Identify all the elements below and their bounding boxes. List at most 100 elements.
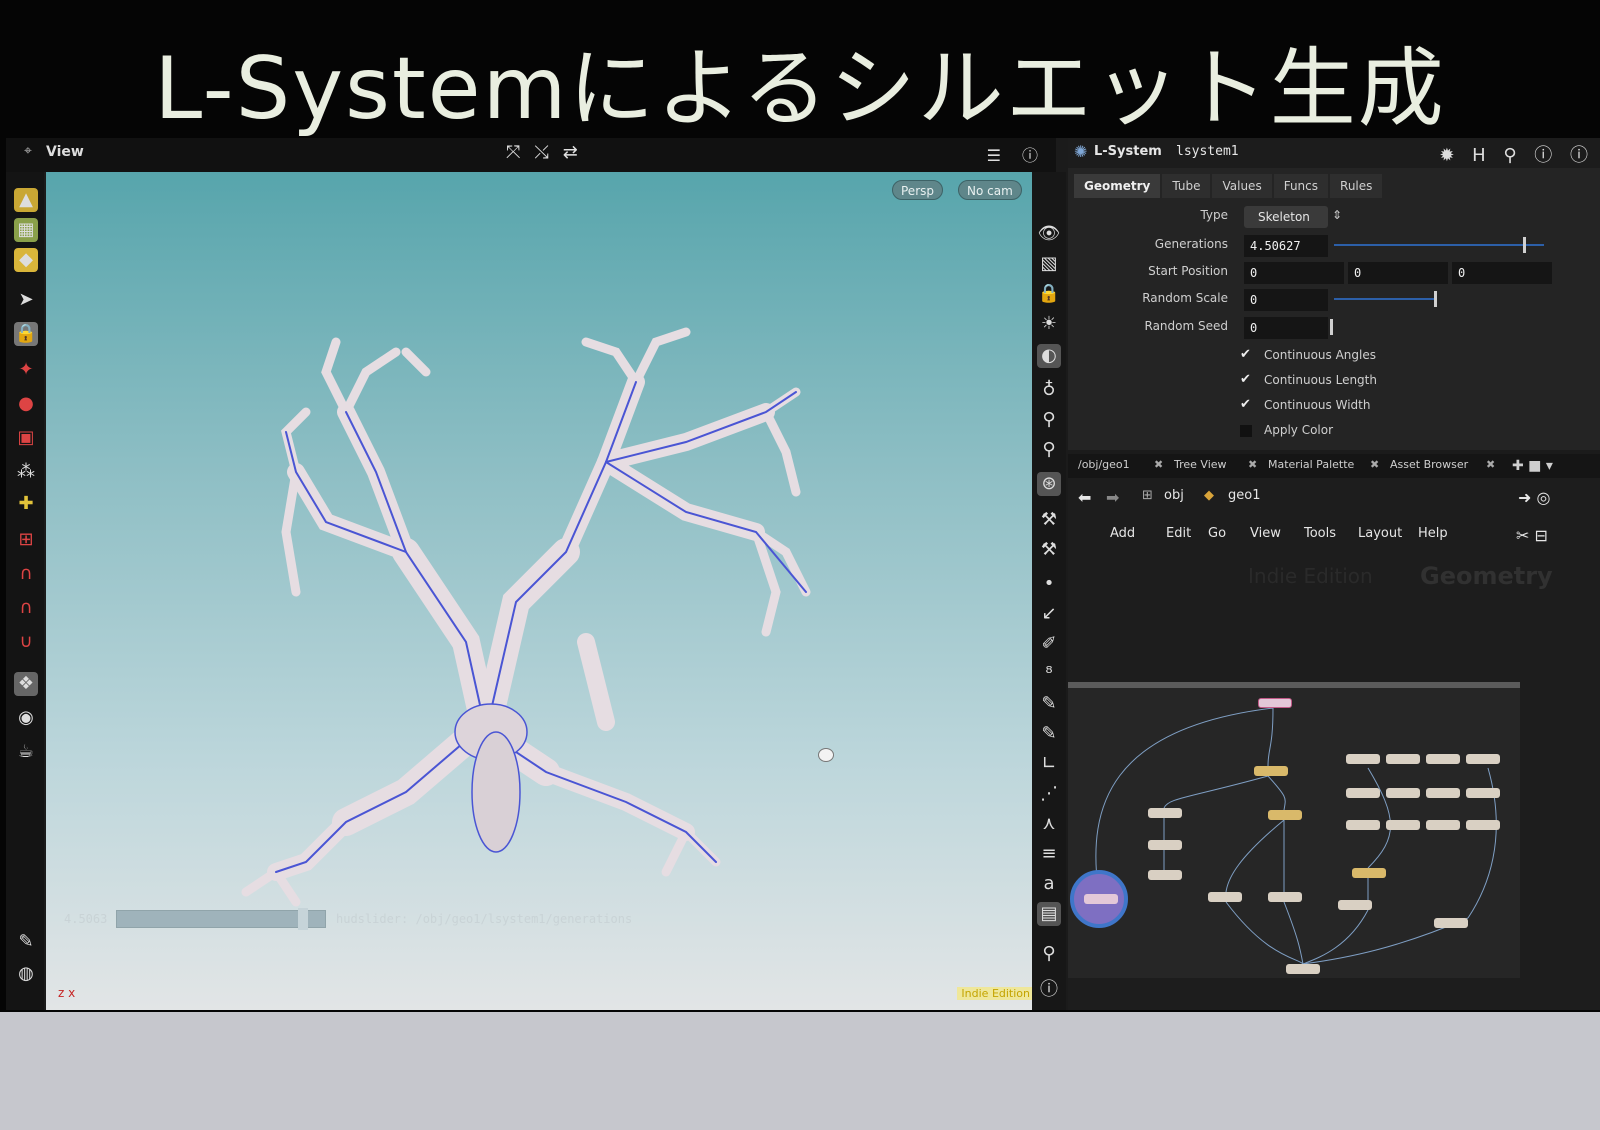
magnet-icon[interactable]: ∪ [14, 630, 38, 654]
edge-icon[interactable]: ✎ [1037, 722, 1061, 746]
node-name-field[interactable]: lsystem1 [1176, 144, 1239, 159]
tab-obj-geo1[interactable]: /obj/geo1 [1078, 458, 1130, 471]
node-copytopoints[interactable] [1084, 894, 1118, 904]
pin-icon[interactable]: ⚲ [1037, 942, 1061, 966]
node-grid-c3[interactable] [1426, 820, 1460, 830]
add-tab-icon[interactable]: ✚ ■ ▾ [1512, 458, 1553, 474]
info-icon[interactable]: ⓘ [1037, 978, 1061, 1002]
snap-point-icon[interactable]: ∩ [14, 596, 38, 620]
camera-icon[interactable]: ☕ [14, 740, 38, 764]
lock-camera-icon[interactable]: 🔒 [1037, 282, 1061, 306]
paint-icon[interactable]: ⚒ [1037, 538, 1061, 562]
node-merge1[interactable] [1286, 964, 1320, 974]
pin-network-icon[interactable]: ➜ ◎ [1518, 488, 1550, 507]
dot-icon[interactable]: • [1037, 572, 1061, 596]
generations-slider-thumb[interactable] [1523, 237, 1526, 253]
flipbook-icon[interactable]: ✎ [14, 930, 38, 954]
menu-add[interactable]: Add [1110, 526, 1135, 541]
network-editor-view[interactable] [1068, 682, 1520, 978]
view-pane-label[interactable]: View [46, 144, 84, 160]
tab-asset-browser[interactable]: Asset Browser [1390, 458, 1468, 471]
path-geo1[interactable]: geo1 [1228, 488, 1260, 503]
path-obj[interactable]: obj [1164, 488, 1184, 503]
help-icon[interactable]: ☰ ⓘ [987, 142, 1046, 166]
view-icon[interactable]: ⌖ [24, 143, 32, 159]
node-grid-b1[interactable] [1346, 788, 1380, 798]
node-grid-a2[interactable] [1386, 754, 1420, 764]
list-icon[interactable]: ≡ [1037, 842, 1061, 866]
toggle-continuous-width[interactable]: ✔ Continuous Width [1068, 394, 1600, 418]
start-position-z[interactable]: 0 [1452, 262, 1552, 284]
tools-icon[interactable]: ✂ ⊟ [1516, 526, 1548, 545]
tab-rules[interactable]: Rules [1330, 174, 1383, 198]
random-scale-slider[interactable] [1334, 298, 1434, 300]
handle-icon[interactable]: ⁂ [14, 460, 38, 484]
node-grid-b2[interactable] [1386, 788, 1420, 798]
random-seed-slider-thumb[interactable] [1330, 319, 1333, 335]
node-grid-c2[interactable] [1386, 820, 1420, 830]
viewport-tool-icons[interactable]: ⤧⤯⇄ [506, 142, 592, 163]
background-image-icon[interactable]: ▤ [1037, 902, 1061, 926]
pose-icon[interactable]: ✚ [14, 492, 38, 516]
close-icon[interactable]: ✖ [1248, 458, 1257, 471]
display-icon[interactable]: ⊛ [1037, 472, 1061, 496]
number-icon[interactable]: ⁸ [1037, 662, 1061, 686]
node-copy4[interactable] [1434, 918, 1468, 928]
3d-viewport[interactable]: Persp No cam 4.5063 hudslider: /obj/geo1… [46, 172, 1056, 1010]
type-dropdown[interactable]: Skeleton [1244, 206, 1328, 228]
random-seed-field[interactable]: 0 [1244, 317, 1328, 339]
close-icon[interactable]: ✖ [1486, 458, 1495, 471]
close-icon[interactable]: ✖ [1370, 458, 1379, 471]
brush-icon[interactable]: ✐ [1037, 632, 1061, 656]
shading-icon[interactable]: ◐ [1037, 344, 1061, 368]
toggle-continuous-angles[interactable]: ✔ Continuous Angles [1068, 344, 1600, 368]
lock-icon[interactable]: 🔒 [14, 322, 38, 346]
menu-layout[interactable]: Layout [1358, 526, 1402, 541]
eye-icon[interactable]: 👁 [1037, 222, 1061, 246]
close-icon[interactable]: ✖ [1154, 458, 1163, 471]
select-arrow-icon[interactable]: ➤ [14, 288, 38, 312]
menu-help[interactable]: Help [1418, 526, 1448, 541]
hud-slider-track[interactable] [116, 910, 326, 928]
group-icon[interactable]: ❖ [14, 672, 38, 696]
snap-grid-icon[interactable]: ⊞ [14, 528, 38, 552]
check-icon[interactable]: ✔ [1240, 347, 1251, 362]
tab-tree-view[interactable]: Tree View [1174, 458, 1227, 471]
check-icon[interactable]: ✔ [1240, 397, 1251, 412]
node-grid-c1[interactable] [1346, 820, 1380, 830]
generations-slider[interactable] [1334, 244, 1544, 246]
start-position-x[interactable]: 0 [1244, 262, 1344, 284]
forward-arrow-icon[interactable]: ➡ [1106, 488, 1119, 507]
node-copy1[interactable] [1208, 892, 1242, 902]
node-grid-a3[interactable] [1426, 754, 1460, 764]
tab-values[interactable]: Values [1212, 174, 1272, 198]
split-icon[interactable]: ⋰ [1037, 782, 1061, 806]
node-grid-c4[interactable] [1466, 820, 1500, 830]
node-grid-a1[interactable] [1346, 754, 1380, 764]
menu-view[interactable]: View [1250, 526, 1281, 541]
back-arrow-icon[interactable]: ⬅ [1078, 488, 1091, 507]
random-scale-slider-thumb[interactable] [1434, 291, 1437, 307]
vertex-icon[interactable]: ✎ [1037, 692, 1061, 716]
toggle-apply-color[interactable]: Apply Color [1068, 419, 1600, 443]
menu-edit[interactable]: Edit [1166, 526, 1191, 541]
texture-icon[interactable]: ▦ [14, 218, 38, 242]
node-grid-b4[interactable] [1466, 788, 1500, 798]
line-icon[interactable]: ↙ [1037, 602, 1061, 626]
display-options-icon[interactable]: ◍ [14, 962, 38, 986]
angle-icon[interactable]: ∟ [1037, 752, 1061, 776]
toggle-continuous-length[interactable]: ✔ Continuous Length [1068, 369, 1600, 393]
tab-tube[interactable]: Tube [1162, 174, 1211, 198]
node-split1[interactable] [1254, 766, 1288, 776]
tab-funcs[interactable]: Funcs [1273, 174, 1329, 198]
node-transform[interactable] [1148, 840, 1182, 850]
gear-icon[interactable]: ✹ H ⚲ ⓘ ⓘ [1439, 141, 1594, 167]
wireframe-icon[interactable]: ▧ [1037, 252, 1061, 276]
node-copy2[interactable] [1268, 892, 1302, 902]
point-light-icon[interactable]: ⚲ [1037, 408, 1061, 432]
unchecked-box[interactable] [1240, 425, 1252, 437]
node-split3[interactable] [1352, 868, 1386, 878]
random-scale-field[interactable]: 0 [1244, 289, 1328, 311]
snap-curve-icon[interactable]: ∩ [14, 562, 38, 586]
tab-geometry[interactable]: Geometry [1074, 174, 1161, 198]
